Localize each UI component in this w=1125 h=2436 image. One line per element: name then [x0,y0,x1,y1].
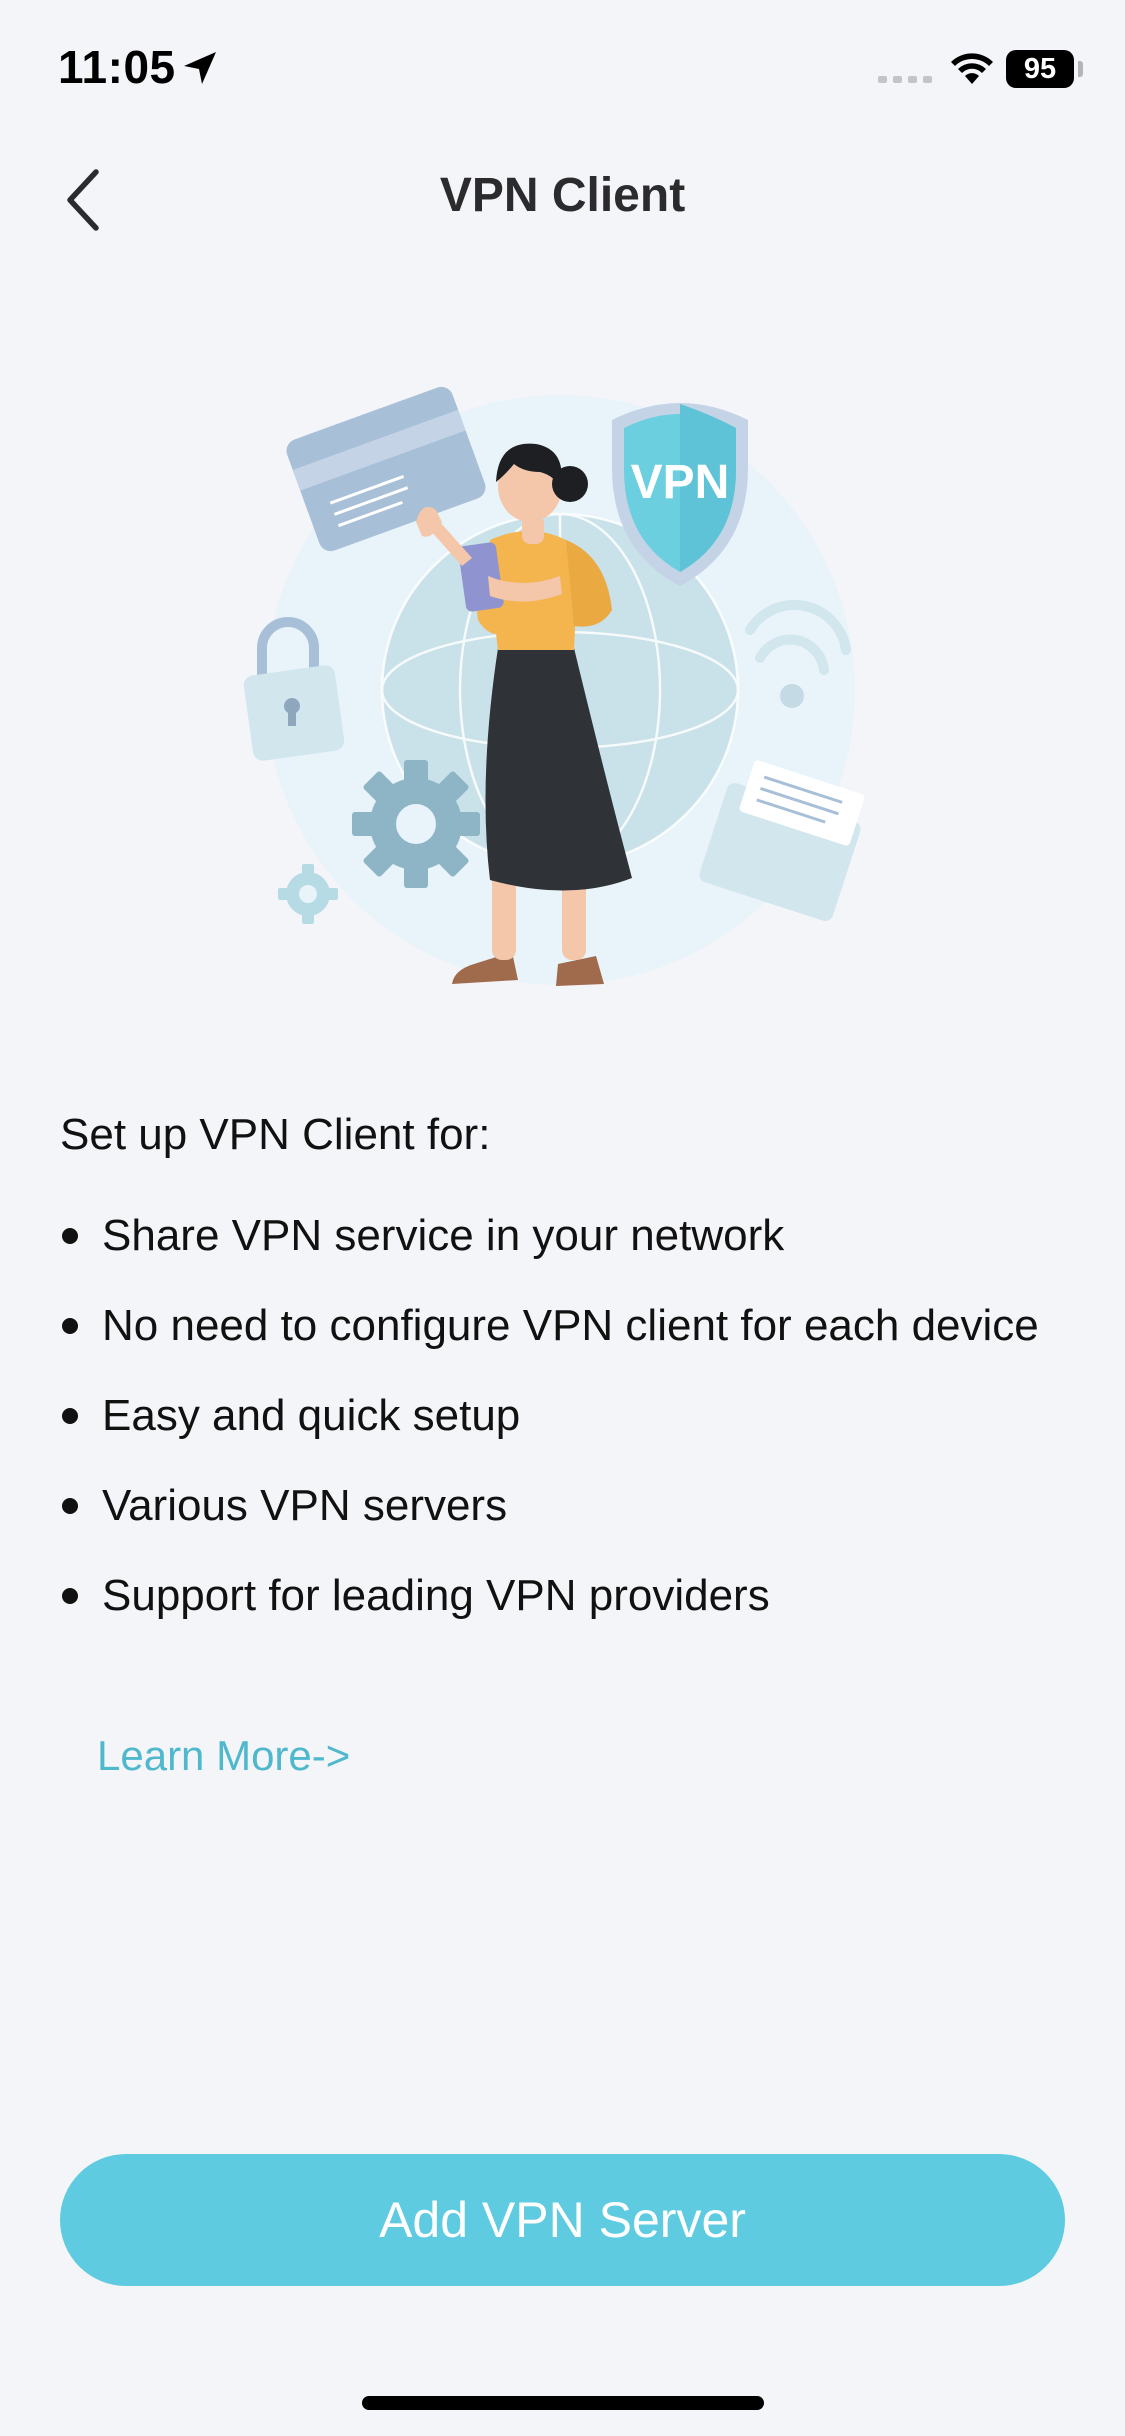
battery-cap [1078,61,1083,77]
nav-bar: VPN Client [0,150,1125,250]
add-vpn-server-button[interactable]: Add VPN Server [60,2154,1065,2286]
battery-icon: 95 [1006,50,1074,88]
status-time: 11:05 [58,41,176,93]
bullet-icon [62,1498,78,1514]
feature-text: Share VPN service in your network [102,1211,785,1260]
feature-text: Support for leading VPN providers [102,1571,770,1620]
home-indicator [362,2396,764,2410]
signal-icon [878,76,932,83]
feature-text: Easy and quick setup [102,1391,521,1440]
bullet-icon [62,1228,78,1244]
bullet-icon [62,1588,78,1604]
bullet-icon [62,1408,78,1424]
wifi-icon [951,53,993,84]
vpn-illustration: VPN [243,386,865,986]
feature-text: No need to configure VPN client for each… [102,1301,1039,1350]
gear-icon [352,760,480,888]
page-title: VPN Client [439,169,686,222]
location-arrow-icon [184,52,216,84]
status-bar: 11:05 95 [0,0,1125,140]
feature-item: Various VPN servers [60,1480,1060,1532]
battery-level: 95 [1023,53,1057,85]
feature-item: Easy and quick setup [60,1390,1060,1442]
intro-text: Set up VPN Client for: [60,1110,491,1159]
feature-item: Share VPN service in your network [60,1210,1060,1262]
feature-item: Support for leading VPN providers [60,1570,1060,1622]
bullet-icon [62,1318,78,1334]
feature-text: Various VPN servers [102,1481,508,1530]
shield-label: VPN [631,456,730,509]
feature-list: Share VPN service in your network No nee… [60,1210,1060,1660]
feature-item: No need to configure VPN client for each… [60,1300,1060,1352]
learn-more-link[interactable]: Learn More-> [97,1732,350,1780]
